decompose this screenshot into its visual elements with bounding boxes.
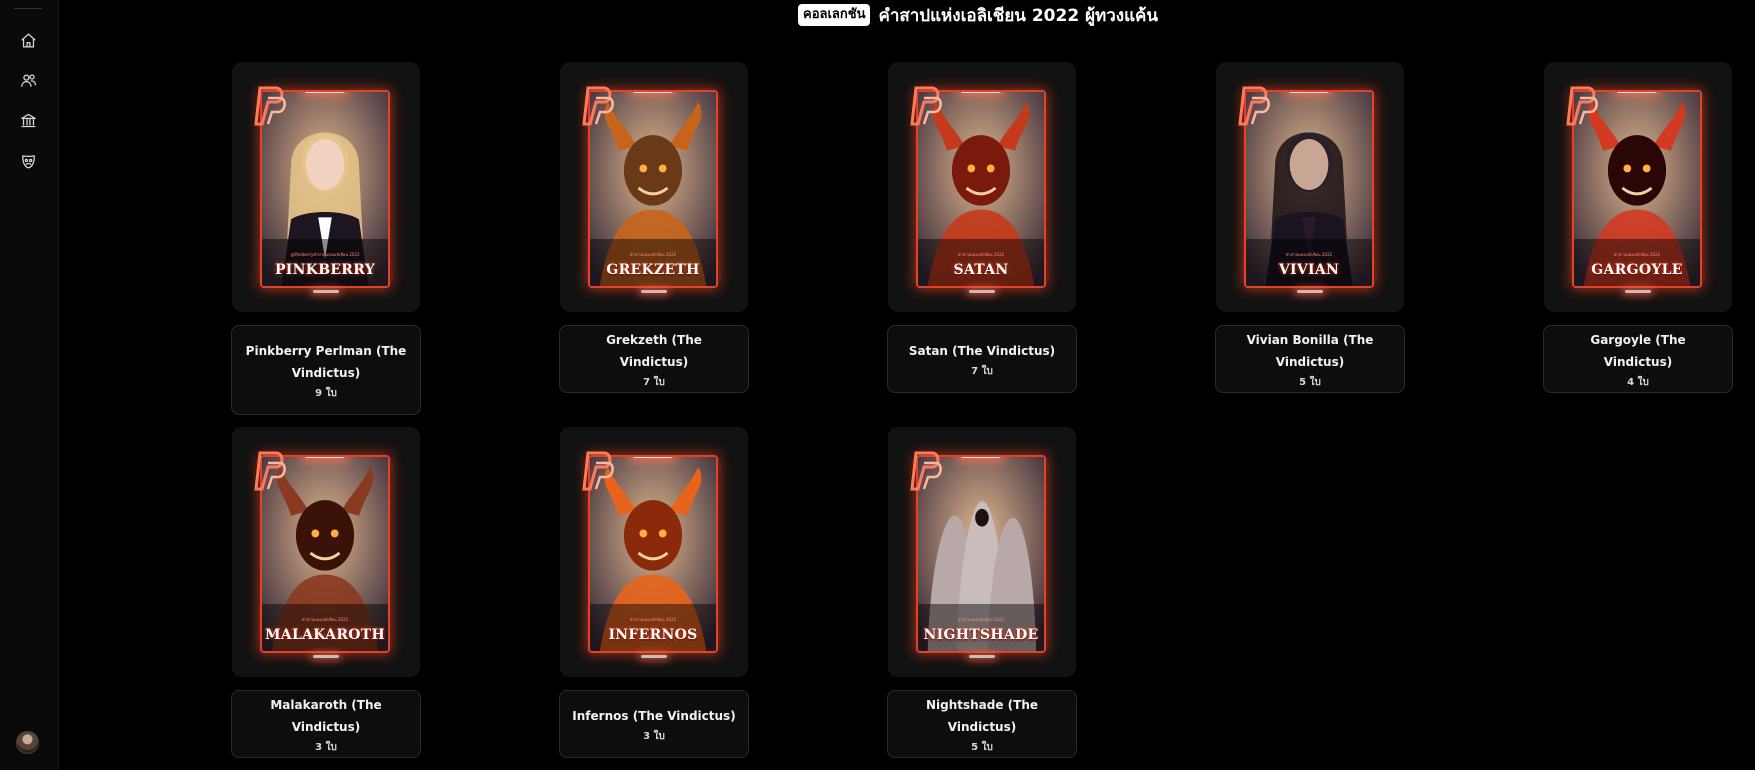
brand-logo-icon: [910, 451, 944, 491]
card-glow: [633, 92, 673, 93]
brand-logo-icon: [1566, 86, 1600, 126]
card-count: 7 ใบ: [971, 365, 993, 377]
users-icon: [20, 72, 37, 93]
card-image-frame[interactable]: คำสาปแห่งเอลิเชียน 2022 NIGHTSHADE: [888, 427, 1076, 677]
card-count: 5 ใบ: [971, 741, 993, 753]
card-count: 3 ใบ: [643, 730, 665, 742]
card-info-panel[interactable]: Gargoyle (The Vindictus) 4 ใบ: [1543, 325, 1733, 393]
brand-logo-icon: [1238, 86, 1272, 126]
card-subtitle: คำสาปแห่งเอลิเชียน 2022: [629, 617, 677, 622]
home-nav-button[interactable]: [13, 27, 43, 57]
card-name: VIVIAN: [1278, 262, 1340, 278]
card-bottom-glow: [313, 290, 339, 293]
sidebar: [0, 0, 59, 770]
card-info-panel[interactable]: Infernos (The Vindictus) 3 ใบ: [559, 690, 749, 758]
card-name: NIGHTSHADE: [923, 627, 1039, 643]
brand-logo-icon: [254, 86, 288, 126]
brand-logo-icon: [254, 451, 288, 491]
card-count: 7 ใบ: [643, 376, 665, 388]
card-name: PINKBERRY: [274, 262, 376, 278]
card-bottom-glow: [1297, 290, 1323, 293]
card-name: GREKZETH: [606, 262, 700, 278]
card-name: SATAN: [953, 262, 1009, 278]
card-subtitle: คำสาปแห่งเอลิเชียน 2022: [301, 617, 349, 622]
page-header: คอลเลกชัน คำสาปแห่งเอลิเชียน 2022 ผู้ทวง…: [798, 3, 1158, 27]
brand-logo-icon: [910, 86, 944, 126]
card-title: Infernos (The Vindictus): [572, 708, 736, 723]
card-glow: [961, 457, 1001, 458]
card-title: Satan (The Vindictus): [908, 343, 1056, 358]
card-bottom-glow: [641, 290, 667, 293]
bank-icon: [20, 112, 37, 133]
card-name: MALAKAROTH: [264, 627, 385, 643]
card-count: 4 ใบ: [1627, 376, 1649, 388]
home-icon: [20, 32, 37, 53]
bank-nav-button[interactable]: [13, 107, 43, 137]
card-title: Grekzeth (The Vindictus): [606, 332, 702, 369]
card-subtitle: คำสาปแห่งเอลิเชียน 2022: [957, 617, 1005, 622]
user-avatar[interactable]: [16, 731, 39, 754]
card-image-frame[interactable]: คำสาปแห่งเอลิเชียน 2022 VIVIAN: [1216, 62, 1404, 312]
card-title: Vivian Bonilla (The Vindictus): [1246, 332, 1374, 369]
card-name: INFERNOS: [608, 627, 698, 643]
sidebar-divider: [14, 8, 42, 9]
card-image-frame[interactable]: คำสาปแห่งเอลิเชียน 2022 INFERNOS: [560, 427, 748, 677]
card-image-frame[interactable]: คำสาปแห่งเอลิเชียน 2022 GARGOYLE: [1544, 62, 1732, 312]
card-image-frame[interactable]: @Pinkberryคำสาปแห่งเอลิเชียน 2022 PINKBE…: [232, 62, 420, 312]
collection-badge: คอลเลกชัน: [798, 4, 871, 26]
card-name: GARGOYLE: [1591, 262, 1683, 278]
brand-logo-icon: [582, 86, 616, 126]
card-glow: [633, 457, 673, 458]
card-info-panel[interactable]: Malakaroth (The Vindictus) 3 ใบ: [231, 690, 421, 758]
card-info-panel[interactable]: Nightshade (The Vindictus) 5 ใบ: [887, 690, 1077, 758]
card-image-frame[interactable]: คำสาปแห่งเอลิเชียน 2022 SATAN: [888, 62, 1076, 312]
card-count: 9 ใบ: [315, 387, 337, 399]
card-subtitle: คำสาปแห่งเอลิเชียน 2022: [1613, 252, 1661, 257]
card-count: 3 ใบ: [315, 741, 337, 753]
card-info-panel[interactable]: Pinkberry Perlman (The Vindictus) 9 ใบ: [231, 325, 421, 415]
card-title: Nightshade (The Vindictus): [925, 697, 1039, 734]
card-glow: [1617, 92, 1657, 93]
card-title: Gargoyle (The Vindictus): [1590, 332, 1686, 369]
card-glow: [961, 92, 1001, 93]
card-glow: [1289, 92, 1329, 93]
card-bottom-glow: [969, 655, 995, 658]
card-glow: [305, 457, 345, 458]
card-subtitle: คำสาปแห่งเอลิเชียน 2022: [1285, 252, 1333, 257]
page-title: คำสาปแห่งเอลิเชียน 2022 ผู้ทวงแค้น: [878, 5, 1159, 26]
card-subtitle: คำสาปแห่งเอลิเชียน 2022: [629, 252, 677, 257]
users-nav-button[interactable]: [13, 67, 43, 97]
card-subtitle: @Pinkberryคำสาปแห่งเอลิเชียน 2022: [290, 252, 360, 257]
card-info-panel[interactable]: Vivian Bonilla (The Vindictus) 5 ใบ: [1215, 325, 1405, 393]
card-bottom-glow: [969, 290, 995, 293]
card-title: Malakaroth (The Vindictus): [270, 697, 382, 734]
card-glow: [305, 92, 345, 93]
card-title: Pinkberry Perlman (The Vindictus): [245, 343, 407, 380]
card-count: 5 ใบ: [1299, 376, 1321, 388]
card-bottom-glow: [313, 655, 339, 658]
card-bottom-glow: [1625, 290, 1651, 293]
brand-logo-icon: [582, 451, 616, 491]
mask-nav-button[interactable]: [13, 148, 43, 178]
card-bottom-glow: [641, 655, 667, 658]
card-image-frame[interactable]: คำสาปแห่งเอลิเชียน 2022 MALAKAROTH: [232, 427, 420, 677]
card-image-frame[interactable]: คำสาปแห่งเอลิเชียน 2022 GREKZETH: [560, 62, 748, 312]
card-info-panel[interactable]: Satan (The Vindictus) 7 ใบ: [887, 325, 1077, 393]
card-subtitle: คำสาปแห่งเอลิเชียน 2022: [957, 252, 1005, 257]
card-info-panel[interactable]: Grekzeth (The Vindictus) 7 ใบ: [559, 325, 749, 393]
mask-icon: [20, 153, 37, 174]
